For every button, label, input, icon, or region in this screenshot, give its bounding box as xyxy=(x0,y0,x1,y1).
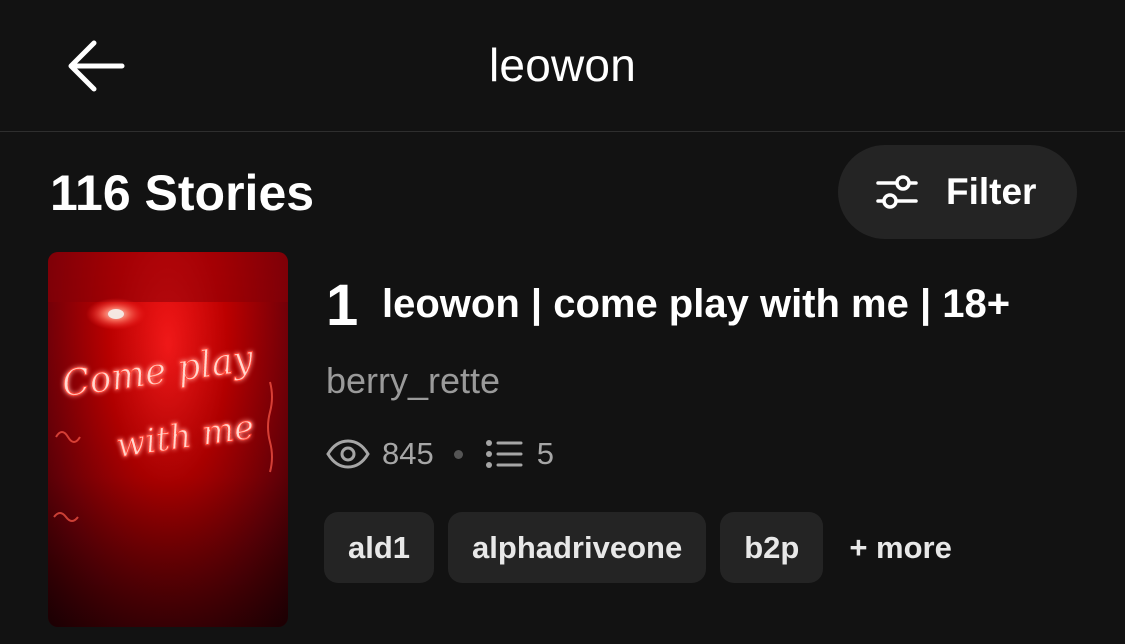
tag-chip[interactable]: alphadriveone xyxy=(448,512,707,583)
list-icon xyxy=(485,439,523,469)
separator-dot xyxy=(453,449,463,459)
eye-icon xyxy=(326,438,370,470)
app-screen: leowon 116 Stories Filter Come play with… xyxy=(0,0,1125,644)
filter-label: Filter xyxy=(946,171,1037,212)
filter-button[interactable]: Filter xyxy=(838,145,1077,239)
story-author-link[interactable]: berry_rette xyxy=(326,360,500,402)
parts-count: 5 xyxy=(536,436,554,471)
stories-count: 116 Stories xyxy=(50,165,315,221)
story-title-link[interactable]: leowon | come play with me | 18+ xyxy=(382,282,1010,327)
story-cover-image[interactable]: Come play with me xyxy=(48,252,288,627)
reads-count: 845 xyxy=(382,436,434,471)
more-tags-link[interactable]: + more xyxy=(849,530,952,566)
page-title: leowon xyxy=(489,39,636,91)
tag-chip[interactable]: ald1 xyxy=(324,512,435,583)
tag-chip[interactable]: b2p xyxy=(720,512,824,583)
top-bar: leowon xyxy=(0,0,1125,132)
sliders-icon xyxy=(876,171,918,213)
tag-list: ald1 alphadriveone b2p + more xyxy=(324,512,952,583)
story-stats: 845 5 xyxy=(326,432,554,476)
story-rank: 1 xyxy=(326,273,359,338)
